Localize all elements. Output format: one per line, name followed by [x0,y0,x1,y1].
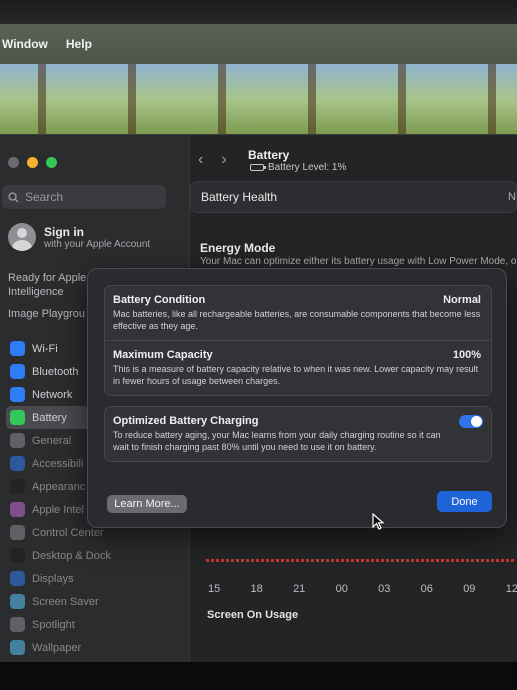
apple-intelligence-promo[interactable]: Ready for Apple Intelligence [8,271,86,299]
axis-tick-label: 18 [250,583,263,595]
sidebar-item-desktop-dock[interactable]: Desktop & Dock [6,544,184,567]
battery-level: Battery Level: 1% [250,162,346,173]
minimize-button[interactable] [27,157,38,168]
learn-more-button[interactable]: Learn More... [107,495,187,513]
screen-bezel-bottom [0,662,517,690]
sidebar-item-label: Battery [32,411,67,424]
page-title: Battery [248,148,290,162]
maximum-capacity-value: 100% [452,349,481,361]
axis-tick-label: 12 [505,583,517,595]
zoom-button[interactable] [46,157,57,168]
sidebar-item-label: Wi-Fi [32,342,58,355]
sidebar-item-icon [10,479,25,494]
condition-capacity-card: Battery Condition Normal Mac batteries, … [104,285,492,396]
image-playground-item[interactable]: Image Playgrou [8,307,85,321]
sidebar-item-icon [10,456,25,471]
maximum-capacity-desc: This is a measure of battery capacity re… [113,364,479,386]
sidebar-item-label: General [32,434,72,447]
battery-health-value: N [508,191,516,203]
promo-line-1: Ready for Apple [8,272,87,284]
sidebar-item-icon [10,571,25,586]
battery-health-sheet: Battery Condition Normal Mac batteries, … [87,268,507,530]
axis-tick-label: 06 [420,583,433,595]
optimized-charging-title: Optimized Battery Charging [113,415,259,427]
search-placeholder: Search [25,190,64,204]
sidebar-item-icon [10,594,25,609]
optimized-charging-row: Optimized Battery Charging To reduce bat… [105,407,491,461]
maximum-capacity-row: Maximum Capacity 100% This is a measure … [105,340,491,395]
sign-in-title: Sign in [44,224,84,239]
battery-condition-desc: Mac batteries, like all rechargeable bat… [113,309,481,331]
search-icon [8,191,19,203]
sidebar-item-icon [10,341,25,356]
sidebar-item-label: Control Center [32,526,104,539]
sidebar-item-icon [10,617,25,632]
sidebar-item-label: Apple Intel [32,503,84,516]
menu-help[interactable]: Help [64,37,92,51]
sidebar-item-icon [10,410,25,425]
battery-condition-value: Normal [443,294,481,306]
battery-health-label: Battery Health [201,190,278,204]
mouse-pointer-icon [372,513,385,530]
optimized-charging-card: Optimized Battery Charging To reduce bat… [104,406,492,462]
axis-tick-label: 03 [378,583,391,595]
screen-bezel [0,0,517,24]
sidebar-item-icon [10,525,25,540]
back-icon[interactable]: ‹ [198,151,203,169]
energy-mode-title: Energy Mode [200,241,276,255]
sidebar-item-spotlight[interactable]: Spotlight [6,613,184,636]
sidebar-item-label: Spotlight [32,618,75,631]
sidebar-item-label: Bluetooth [32,365,79,378]
done-button[interactable]: Done [437,491,492,512]
battery-health-row[interactable]: Battery Health N [190,181,517,213]
screen-on-usage-title: Screen On Usage [207,609,299,621]
sign-in-subtitle: with your Apple Account [44,238,151,250]
promo-line-2: Intelligence [8,286,64,298]
sidebar-item-label: Displays [32,572,74,585]
battery-condition-row: Battery Condition Normal Mac batteries, … [105,286,491,340]
battery-level-text: Battery Level: 1% [268,162,347,173]
nav-buttons: ‹ › [198,151,227,169]
optimized-charging-toggle[interactable] [459,415,483,428]
sidebar-item-icon [10,433,25,448]
axis-tick-label: 00 [335,583,348,595]
sidebar-item-label: Desktop & Dock [32,549,111,562]
sidebar-item-icon [10,502,25,517]
menu-window[interactable]: Window [0,37,48,51]
sidebar-item-label: Screen Saver [32,595,99,608]
search-field[interactable]: Search [2,185,166,209]
axis-tick-label: 09 [463,583,476,595]
optimized-charging-desc: To reduce battery aging, your Mac learns… [113,430,441,452]
forward-icon[interactable]: › [221,151,226,169]
sidebar-item-label: Appearanc [32,480,86,493]
close-button[interactable] [8,157,19,168]
sidebar-item-icon [10,640,25,655]
chart-time-axis: 15 18 21 00 03 06 09 12 [208,583,517,595]
battery-condition-title: Battery Condition [113,294,206,306]
sidebar-item-icon [10,387,25,402]
sidebar-item-icon [10,364,25,379]
sidebar-item-displays[interactable]: Displays [6,567,184,590]
axis-tick-label: 21 [293,583,306,595]
maximum-capacity-title: Maximum Capacity [113,349,213,361]
menu-bar: Window Help [0,24,517,64]
battery-icon [250,164,266,171]
desktop-wallpaper [0,64,517,144]
sidebar-item-screen-saver[interactable]: Screen Saver [6,590,184,613]
energy-mode-desc: Your Mac can optimize either its battery… [200,256,517,267]
axis-tick-label: 15 [208,583,221,595]
sidebar-item-label: Accessibili [32,457,84,470]
sidebar-item-label: Network [32,388,73,401]
avatar-icon [8,223,36,251]
sidebar-item-icon [10,548,25,563]
sign-in-item[interactable]: Sign in with your Apple Account [8,223,150,251]
battery-level-chart-line [206,559,516,562]
sidebar-item-wallpaper[interactable]: Wallpaper [6,636,184,659]
window-controls [8,157,57,168]
sidebar-item-label: Wallpaper [32,641,82,654]
